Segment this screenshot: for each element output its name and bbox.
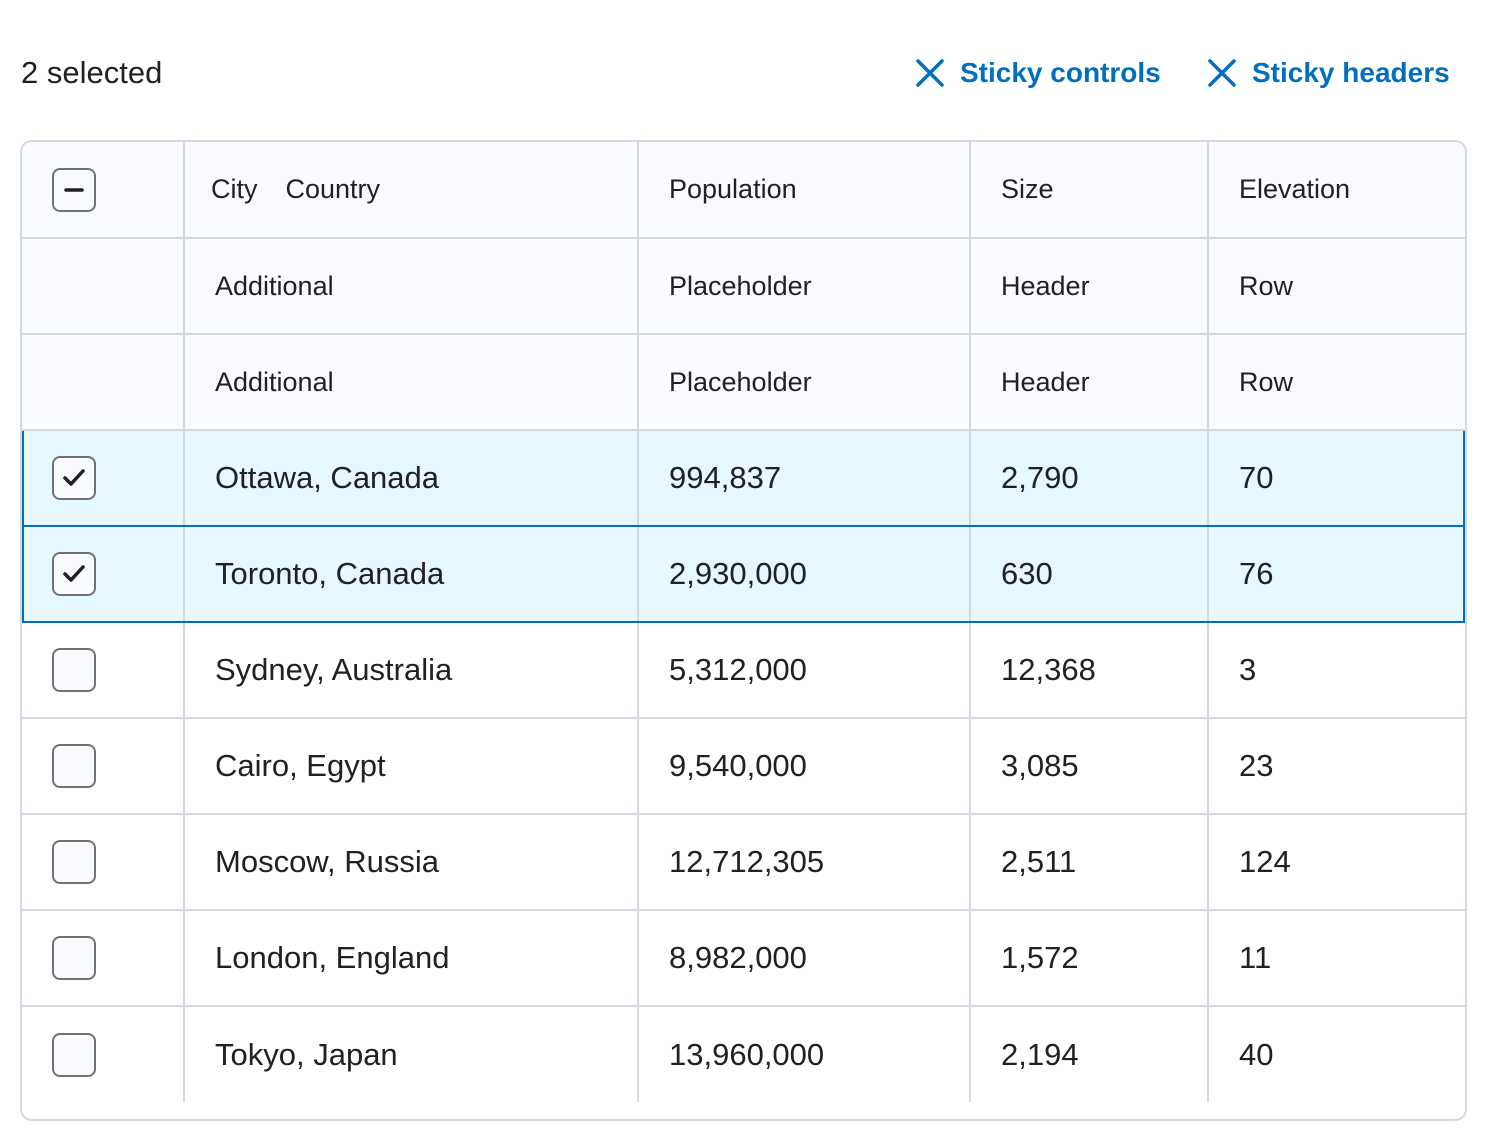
size-cell: 630 [970,526,1209,623]
table-header: City Country Population Size Elevation Ad… [22,142,1465,431]
population-cell: 5,312,000 [638,622,971,719]
placeholder-header-row: Additional Placeholder Header Row [22,334,1465,431]
data-table: City Country Population Size Elevation Ad… [20,140,1467,1121]
placeholder-cell: Placeholder [638,334,971,431]
population-cell: 12,712,305 [638,814,971,911]
location-cell: Ottawa, Canada [184,429,639,527]
population-cell: 994,837 [638,429,971,527]
population-cell: 8,982,000 [638,910,971,1007]
size-cell: 3,085 [970,718,1209,815]
selection-count: 2 selected [21,55,163,90]
location-cell: London, England [184,910,639,1007]
population-header[interactable]: Population [638,142,971,239]
placeholder-header-row: Additional Placeholder Header Row [22,238,1465,335]
table-row[interactable]: Sydney, Australia 5,312,000 12,368 3 [22,622,1465,719]
checkmark-icon [63,565,85,582]
size-header[interactable]: Size [970,142,1209,239]
city-sort-button[interactable]: City [211,174,258,205]
size-cell: 2,194 [970,1006,1209,1102]
size-cell: 2,790 [970,429,1209,527]
location-cell: Tokyo, Japan [184,1006,639,1102]
elevation-cell: 3 [1208,622,1465,719]
table-body: Ottawa, Canada 994,837 2,790 70 Toronto,… [22,429,1465,1102]
location-cell: Toronto, Canada [184,526,639,623]
location-cell: Sydney, Australia [184,622,639,719]
size-cell: 2,511 [970,814,1209,911]
row-checkbox[interactable] [52,648,96,692]
select-all-cell [22,142,185,239]
row-select-cell [22,429,185,527]
row-checkbox[interactable] [52,936,96,980]
elevation-cell: 40 [1239,1036,1274,1072]
row-select-cell [22,622,185,719]
location-cell: Moscow, Russia [184,814,639,911]
size-cell: 12,368 [970,622,1209,719]
table-row[interactable]: Moscow, Russia 12,712,305 2,511 124 [22,814,1465,911]
location-header: City Country [184,142,639,239]
row-checkbox[interactable] [52,456,96,500]
population-cell: 2,930,000 [638,526,971,623]
population-cell: 13,960,000 [638,1006,971,1102]
sticky-headers-label: Sticky headers [1252,57,1450,88]
elevation-cell: 11 [1208,910,1465,1007]
row-checkbox[interactable] [52,744,96,788]
country-sort-button[interactable]: Country [286,174,381,205]
row-checkbox[interactable] [52,1032,96,1077]
placeholder-cell: Additional [184,334,639,431]
placeholder-cell: Placeholder [638,238,971,335]
table-row[interactable]: London, England 8,982,000 1,572 11 [22,910,1465,1007]
sticky-controls-label: Sticky controls [960,57,1161,88]
sticky-controls-button[interactable]: Sticky controls [914,52,1161,94]
elevation-cell: 23 [1208,718,1465,815]
elevation-header[interactable]: Elevation [1208,142,1465,239]
row-select-cell [22,526,185,623]
select-all-checkbox[interactable] [52,167,96,212]
row-select-cell [22,1006,185,1102]
placeholder-cell [22,238,185,335]
population-cell: 9,540,000 [638,718,971,815]
checkmark-icon [63,469,85,486]
table-controls: 2 selected Sticky controls Sticky header… [0,0,1488,140]
placeholder-cell [22,334,185,431]
location-cell: Cairo, Egypt [184,718,639,815]
table-row[interactable]: Tokyo, Japan 13,960,000 2,194 40 [22,1006,1465,1102]
header-row: City Country Population Size Elevation [22,142,1465,239]
elevation-cell: 76 [1208,526,1465,623]
close-icon [1208,59,1236,87]
row-select-cell [22,910,185,1007]
row-select-cell [22,718,185,815]
minus-icon [64,187,84,192]
elevation-cell: 124 [1208,814,1465,911]
size-cell: 1,572 [970,910,1209,1007]
placeholder-cell: Row [1208,238,1465,335]
placeholder-cell: Header [970,238,1209,335]
elevation-cell: 70 [1208,429,1465,527]
row-checkbox[interactable] [52,552,96,596]
table-row[interactable]: Cairo, Egypt 9,540,000 3,085 23 [22,718,1465,815]
placeholder-cell: Additional [184,238,639,335]
close-icon [916,59,944,87]
row-checkbox[interactable] [52,840,96,884]
placeholder-cell: Row [1208,334,1465,431]
sticky-headers-button[interactable]: Sticky headers [1206,52,1450,94]
placeholder-cell: Header [970,334,1209,431]
table-row[interactable]: Toronto, Canada 2,930,000 630 76 [22,526,1465,623]
row-select-cell [22,814,185,911]
table-row[interactable]: Ottawa, Canada 994,837 2,790 70 [22,429,1465,527]
